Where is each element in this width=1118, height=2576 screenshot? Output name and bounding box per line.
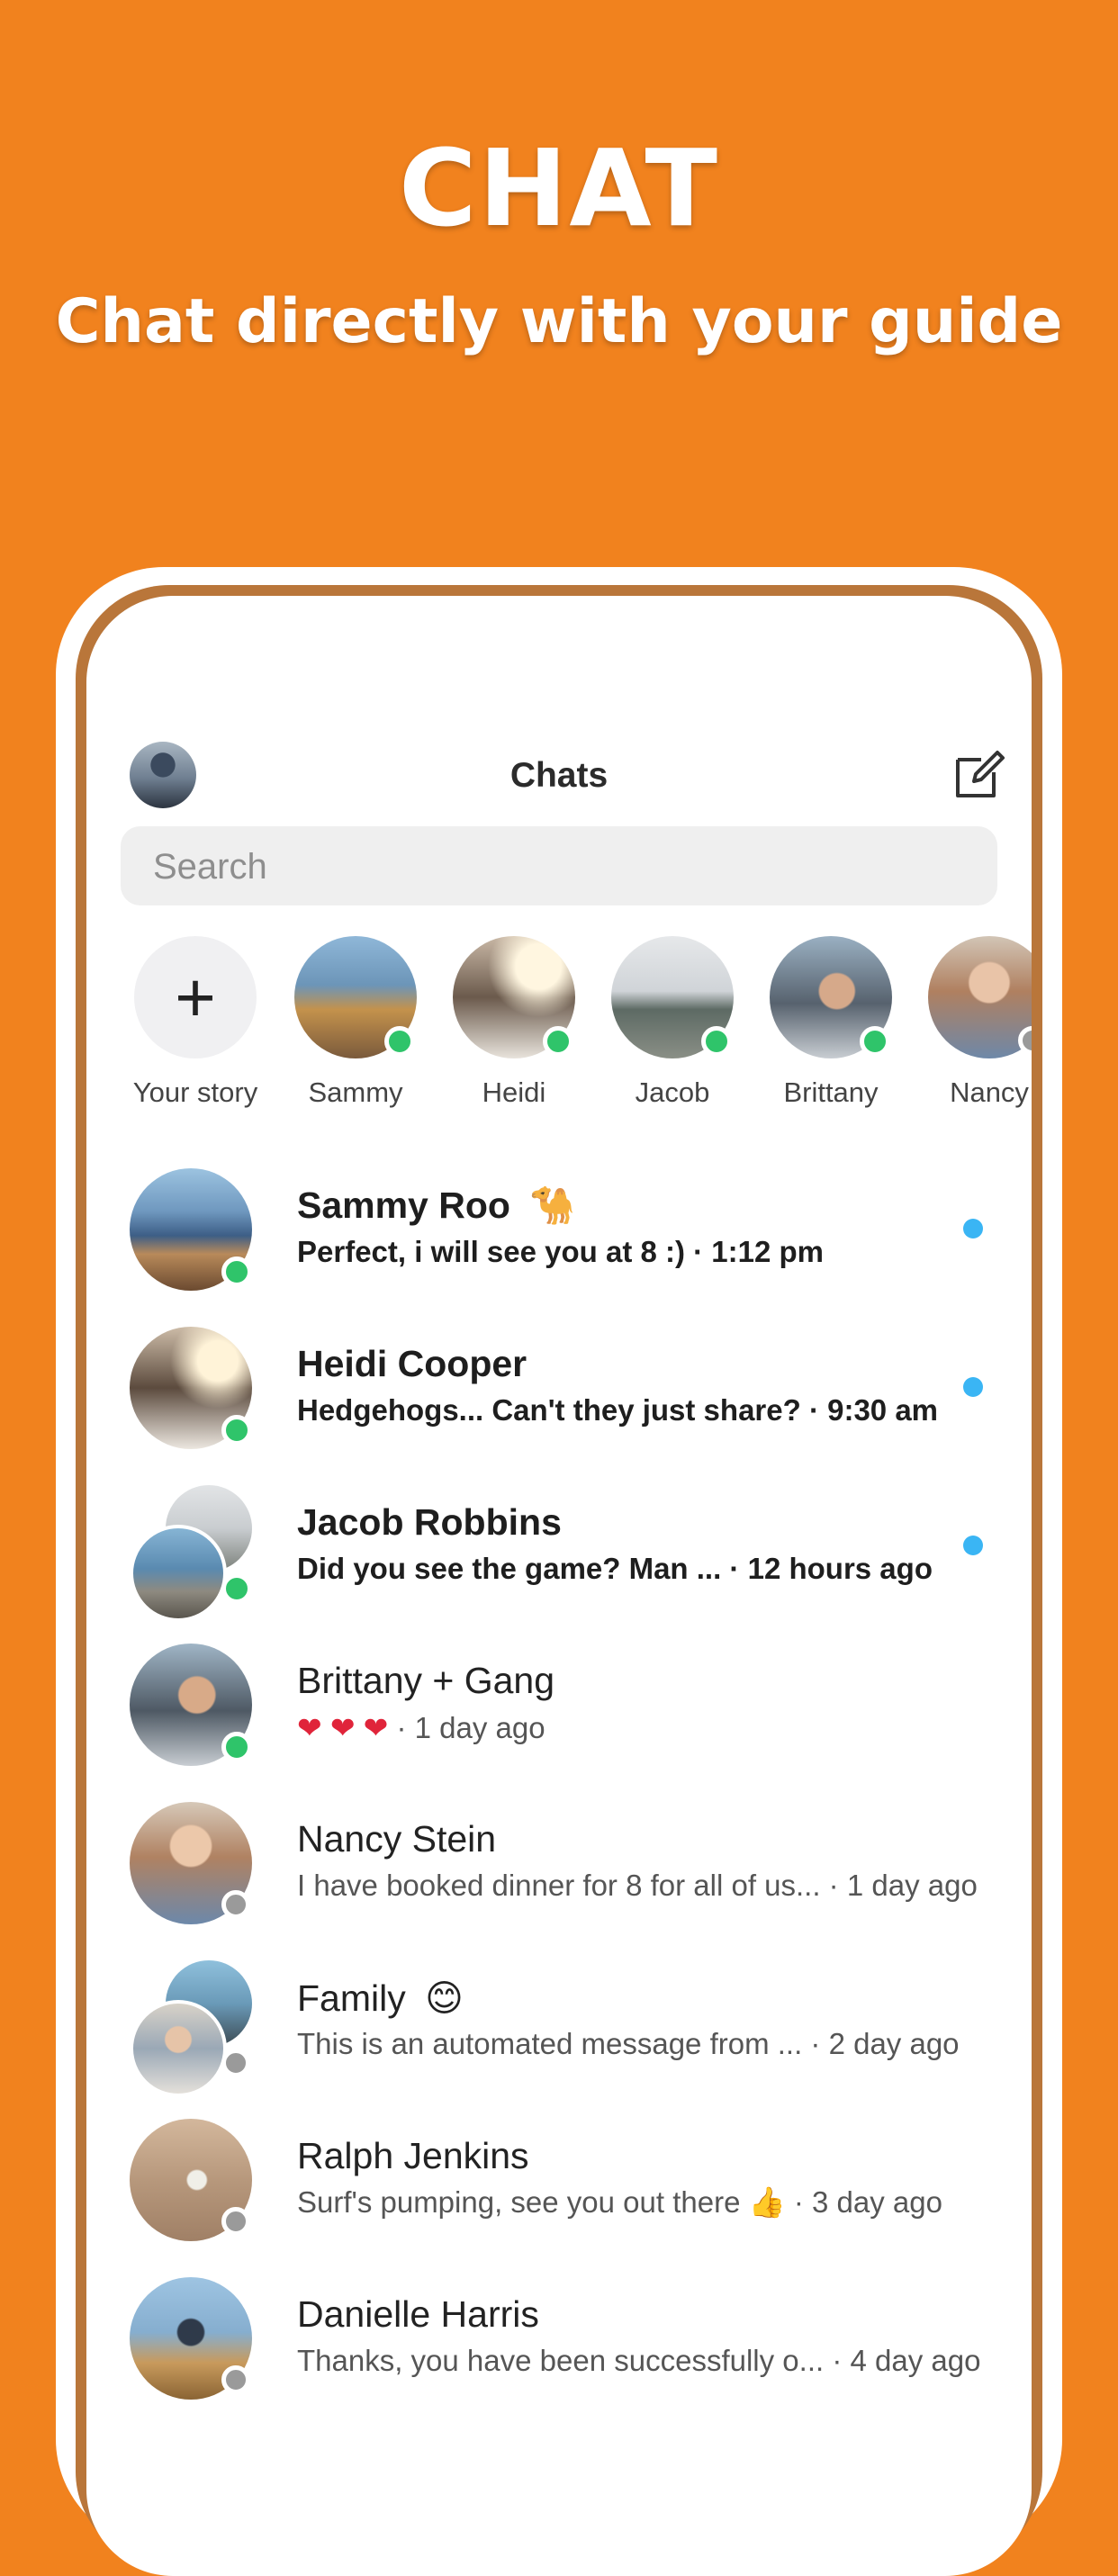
chat-row-jacob-robbins[interactable]: Jacob Robbins Did you see the game? Man … — [86, 1485, 1032, 1638]
chat-name: Brittany + Gang — [297, 1660, 555, 1701]
chat-name-text: Family — [297, 1977, 406, 2019]
group-avatar-front — [130, 2000, 227, 2097]
compose-icon[interactable] — [952, 747, 1006, 801]
chat-name: Sammy Roo 🐪 — [297, 1184, 575, 1228]
chat-name: Ralph Jenkins — [297, 2135, 529, 2176]
story-nancy[interactable]: Nancy — [913, 936, 1032, 1109]
offline-indicator — [221, 2049, 250, 2077]
offline-indicator — [1018, 1026, 1032, 1055]
chat-row-nancy-stein[interactable]: Nancy Stein I have booked dinner for 8 f… — [86, 1802, 1032, 1955]
chat-name: Family 😊 — [297, 1977, 464, 2020]
chat-name: Danielle Harris — [297, 2293, 539, 2335]
story-label: Sammy — [308, 1076, 403, 1108]
story-label: Brittany — [783, 1076, 879, 1108]
chat-preview: Perfect, i will see you at 8 :) · 1:12 p… — [297, 1235, 825, 1268]
chat-row-ralph-jenkins[interactable]: Ralph Jenkins Surf's pumping, see you ou… — [86, 2119, 1032, 2272]
search-input[interactable] — [151, 826, 965, 907]
camel-emoji: 🐪 — [529, 1184, 576, 1226]
story-avatar[interactable] — [928, 936, 1032, 1058]
hearts-emoji: ❤ ❤ ❤ — [297, 1711, 389, 1744]
chat-preview: Did you see the game? Man ... · 12 hours… — [297, 1552, 933, 1585]
story-label: Jacob — [635, 1076, 710, 1108]
chat-preview-text: · 1 day ago — [388, 1711, 545, 1744]
story-label: Nancy — [950, 1076, 1029, 1108]
story-label: Heidi — [482, 1076, 546, 1108]
chat-name-text: Sammy Roo — [297, 1184, 510, 1226]
story-your-story[interactable]: + Your story — [119, 936, 272, 1109]
online-indicator — [221, 1573, 252, 1604]
online-indicator — [221, 1732, 252, 1762]
offline-indicator — [221, 1890, 250, 1919]
online-indicator — [701, 1026, 732, 1057]
page-title: Chats — [509, 756, 609, 795]
unread-indicator — [963, 1219, 983, 1238]
add-story-icon[interactable]: + — [134, 936, 257, 1058]
search-bar[interactable] — [121, 826, 997, 907]
online-indicator — [221, 1415, 252, 1446]
unread-indicator — [963, 1377, 983, 1397]
offline-indicator — [221, 2365, 250, 2394]
chat-name: Jacob Robbins — [297, 1501, 562, 1543]
unread-indicator — [963, 1536, 983, 1555]
hero-title: CHAT — [398, 126, 719, 250]
story-label: Your story — [132, 1076, 258, 1108]
chat-row-family[interactable]: Family 😊 This is an automated message fr… — [86, 1960, 1032, 2113]
chat-row-heidi-cooper[interactable]: Heidi Cooper Hedgehogs... Can't they jus… — [86, 1327, 1032, 1480]
story-jacob[interactable]: Jacob — [596, 936, 749, 1109]
chat-name: Heidi Cooper — [297, 1343, 527, 1384]
chat-preview: I have booked dinner for 8 for all of us… — [297, 1869, 978, 1902]
story-avatar[interactable] — [453, 936, 575, 1058]
story-brittany[interactable]: Brittany — [754, 936, 907, 1109]
group-avatar-front — [130, 1525, 227, 1622]
story-avatar[interactable] — [770, 936, 892, 1058]
chat-preview: Hedgehogs... Can't they just share? · 9:… — [297, 1393, 939, 1427]
online-indicator — [543, 1026, 573, 1057]
story-heidi[interactable]: Heidi — [437, 936, 591, 1109]
online-indicator — [221, 1256, 252, 1287]
hero-subtitle: Chat directly with your guide — [55, 286, 1063, 357]
chat-preview: Surf's pumping, see you out there 👍 · 3 … — [297, 2185, 942, 2219]
chat-name: Nancy Stein — [297, 1818, 497, 1860]
story-avatar[interactable] — [294, 936, 417, 1058]
online-indicator — [860, 1026, 890, 1057]
phone-screen: Chats + Your story Sammy Heidi Jacob — [86, 596, 1032, 2576]
story-avatar[interactable] — [611, 936, 734, 1058]
online-indicator — [384, 1026, 415, 1057]
smile-emoji: 😊 — [425, 1977, 464, 2019]
offline-indicator — [221, 2207, 250, 2236]
chat-preview: Thanks, you have been successfully o... … — [297, 2344, 981, 2377]
chat-preview: This is an automated message from ... · … — [297, 2027, 960, 2060]
chat-row-sammy-roo[interactable]: Sammy Roo 🐪 Perfect, i will see you at 8… — [86, 1168, 1032, 1321]
story-sammy[interactable]: Sammy — [279, 936, 432, 1109]
chat-row-danielle-harris[interactable]: Danielle Harris Thanks, you have been su… — [86, 2277, 1032, 2430]
chat-row-brittany-gang[interactable]: Brittany + Gang ❤ ❤ ❤ · 1 day ago — [86, 1644, 1032, 1797]
chat-preview: ❤ ❤ ❤ · 1 day ago — [297, 1710, 999, 1745]
